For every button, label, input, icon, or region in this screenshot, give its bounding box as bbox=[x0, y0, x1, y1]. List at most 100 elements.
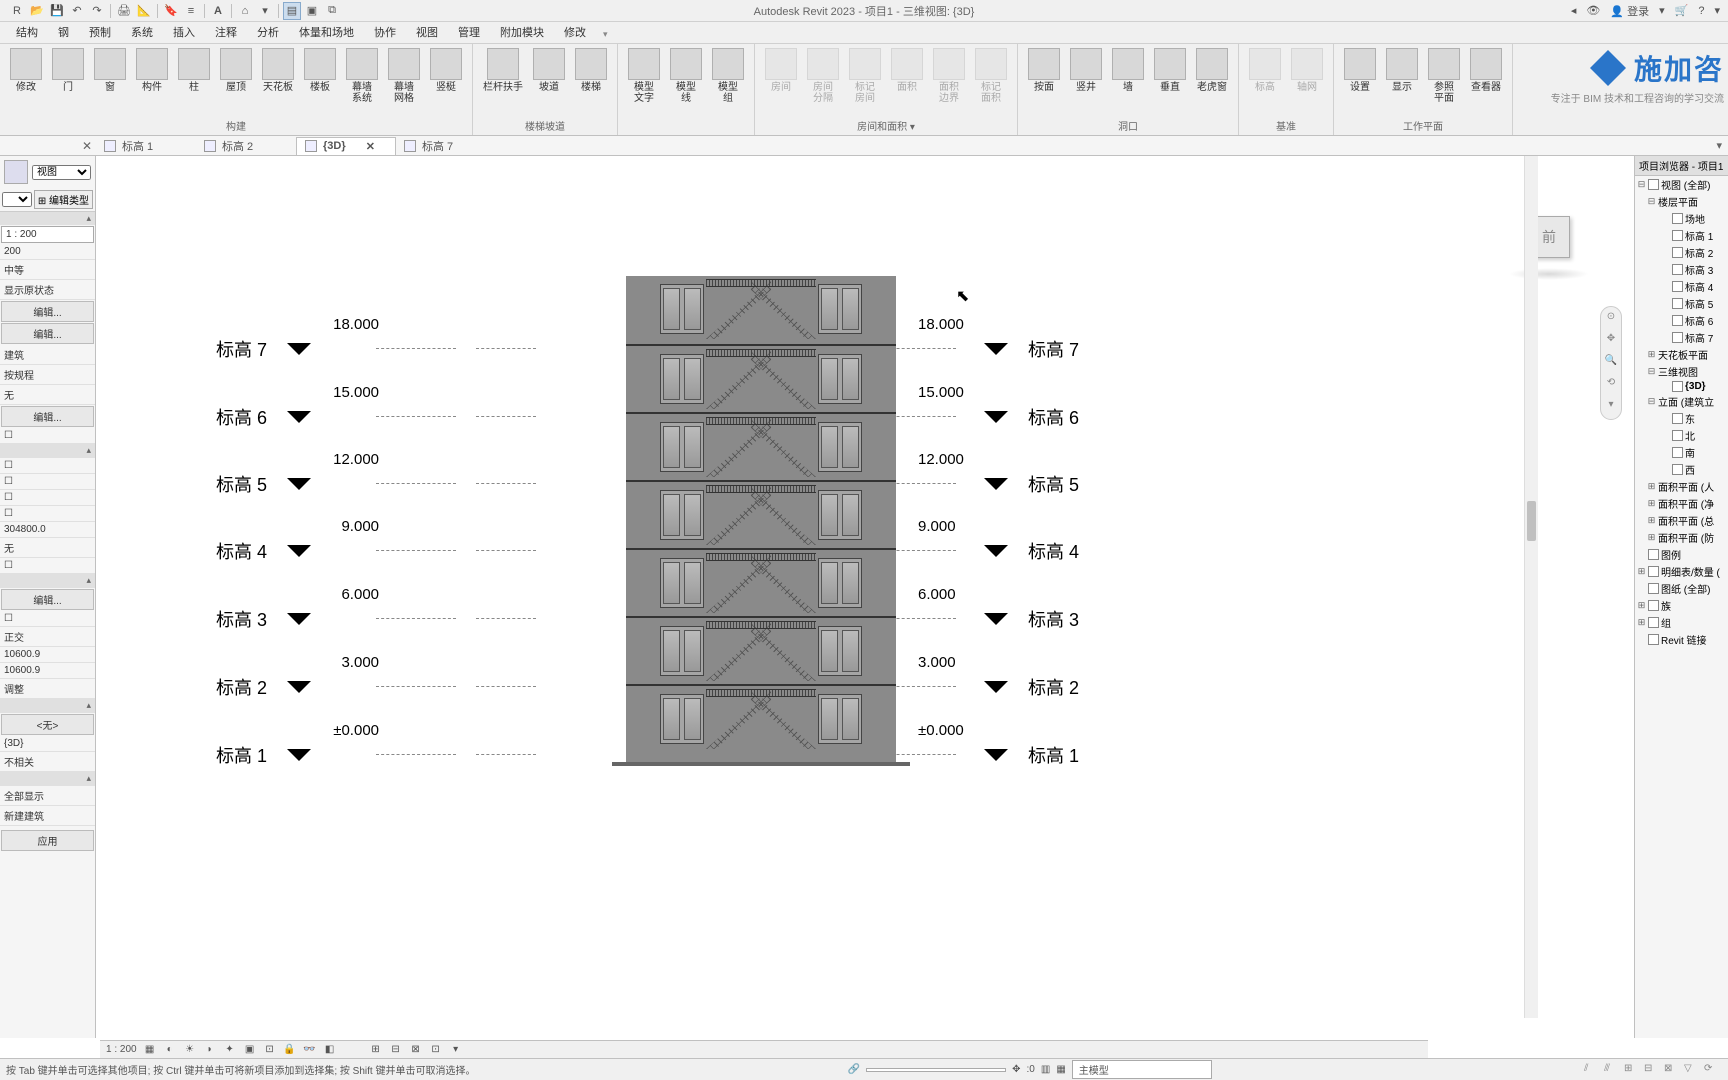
vc-c-icon[interactable]: ⊠ bbox=[409, 1044, 423, 1055]
browser-node[interactable]: ⊟三维视图 bbox=[1635, 363, 1728, 380]
ribbon-tab[interactable]: 钢 bbox=[48, 21, 79, 43]
tabs-overflow-icon[interactable]: ▾ bbox=[1716, 139, 1728, 152]
nav-full-icon[interactable]: ⊙ bbox=[1603, 311, 1619, 327]
browser-node[interactable]: 场地 bbox=[1635, 210, 1728, 227]
property-row[interactable] bbox=[0, 611, 95, 627]
cart-icon[interactable]: 🛒 bbox=[1675, 4, 1689, 17]
browser-node[interactable]: 南 bbox=[1635, 444, 1728, 461]
document-tab[interactable]: 标高 2 bbox=[196, 136, 296, 156]
nav-pan-icon[interactable]: ✥ bbox=[1603, 333, 1619, 349]
ribbon-button[interactable]: 轴网 bbox=[1287, 46, 1327, 95]
ribbon-button[interactable]: 模型 线 bbox=[666, 46, 706, 106]
property-row[interactable] bbox=[0, 490, 95, 506]
ribbon-button[interactable]: 屋顶 bbox=[216, 46, 256, 106]
ribbon-tab[interactable]: 系统 bbox=[121, 21, 163, 43]
browser-node[interactable]: Revit 链接 bbox=[1635, 631, 1728, 648]
ribbon-button[interactable]: 柱 bbox=[174, 46, 214, 106]
property-row[interactable] bbox=[0, 506, 95, 522]
browser-node[interactable]: ⊞面积平面 (人 bbox=[1635, 478, 1728, 495]
status-link-icon[interactable]: 🔗 bbox=[848, 1064, 860, 1075]
level-marker-right[interactable]: ±0.000标高 1 bbox=[976, 742, 1079, 768]
ribbon-button[interactable]: 幕墙 网格 bbox=[384, 46, 424, 106]
property-row[interactable] bbox=[0, 428, 95, 444]
help-icon[interactable]: ? bbox=[1698, 5, 1704, 17]
vc-crop-icon[interactable]: ▣ bbox=[243, 1044, 257, 1055]
browser-node[interactable]: ⊞族 bbox=[1635, 597, 1728, 614]
edit-type-button[interactable]: ⊞ 编辑类型 bbox=[34, 190, 93, 209]
vertical-scrollbar[interactable] bbox=[1524, 156, 1538, 1018]
ribbon-tab[interactable]: 视图 bbox=[406, 21, 448, 43]
ribbon-button[interactable]: 门 bbox=[48, 46, 88, 106]
ribbon-button[interactable]: 幕墙 系统 bbox=[342, 46, 382, 106]
browser-node[interactable]: 标高 7 bbox=[1635, 329, 1728, 346]
ribbon-button[interactable]: 栏杆扶手 bbox=[479, 46, 527, 95]
vc-shadow-icon[interactable]: ◗ bbox=[203, 1044, 217, 1055]
browser-node[interactable]: ⊟立面 (建筑立 bbox=[1635, 393, 1728, 410]
ribbon-button[interactable]: 显示 bbox=[1382, 46, 1422, 106]
qat-undo-icon[interactable]: ↶ bbox=[68, 2, 86, 20]
ribbon-tab[interactable]: 附加模块 bbox=[490, 21, 554, 43]
qat-thin-lines-icon[interactable]: ▤ bbox=[283, 2, 301, 20]
level-marker-right[interactable]: 15.000标高 6 bbox=[976, 404, 1079, 430]
user-icon[interactable]: 👤 登录 bbox=[1610, 3, 1649, 19]
view-cube[interactable]: 前 bbox=[1504, 206, 1594, 296]
level-marker-right[interactable]: 3.000标高 2 bbox=[976, 674, 1079, 700]
vc-detail-icon[interactable]: ▦ bbox=[143, 1044, 157, 1055]
navigation-bar[interactable]: ⊙ ✥ 🔍 ⟲ ▾ bbox=[1600, 306, 1622, 420]
qat-text-icon[interactable]: A bbox=[209, 2, 227, 20]
browser-node[interactable]: ⊞面积平面 (净 bbox=[1635, 495, 1728, 512]
browser-node[interactable]: {3D} bbox=[1635, 380, 1728, 393]
ribbon-button[interactable]: 参照 平面 bbox=[1424, 46, 1464, 106]
vc-a-icon[interactable]: ⊞ bbox=[369, 1044, 383, 1055]
browser-node[interactable]: 标高 2 bbox=[1635, 244, 1728, 261]
browser-node[interactable]: 图纸 (全部) bbox=[1635, 580, 1728, 597]
vc-render-icon[interactable]: ✦ bbox=[223, 1044, 237, 1055]
vc-crop2-icon[interactable]: ⊡ bbox=[263, 1044, 277, 1055]
ribbon-button[interactable]: 楼梯 bbox=[571, 46, 611, 95]
level-marker-right[interactable]: 12.000标高 5 bbox=[976, 471, 1079, 497]
ribbon-button[interactable]: 查看器 bbox=[1466, 46, 1506, 106]
browser-node[interactable]: 标高 6 bbox=[1635, 312, 1728, 329]
help-dd-icon[interactable]: ▾ bbox=[1714, 4, 1720, 17]
sb-4-icon[interactable]: ⊟ bbox=[1644, 1063, 1658, 1077]
ribbon-button[interactable]: 垂直 bbox=[1150, 46, 1190, 95]
ribbon-button[interactable]: 楼板 bbox=[300, 46, 340, 106]
qat-align-icon[interactable]: ≡ bbox=[182, 2, 200, 20]
ribbon-button[interactable]: 竖井 bbox=[1066, 46, 1106, 95]
qat-measure-icon[interactable]: 📐 bbox=[135, 2, 153, 20]
qat-close-hidden-icon[interactable]: ▣ bbox=[303, 2, 321, 20]
vc-temp-icon[interactable]: 👓 bbox=[303, 1044, 317, 1055]
properties-filter[interactable] bbox=[2, 192, 32, 207]
infocenter-icon[interactable]: ◂ bbox=[1571, 4, 1577, 17]
qat-3d-icon[interactable]: ⌂ bbox=[236, 2, 254, 20]
ribbon-button[interactable]: 模型 组 bbox=[708, 46, 748, 106]
browser-node[interactable]: ⊞天花板平面 bbox=[1635, 346, 1728, 363]
property-row[interactable]: 编辑... bbox=[1, 406, 94, 427]
browser-node[interactable]: 标高 1 bbox=[1635, 227, 1728, 244]
dropdown-icon[interactable]: ▾ bbox=[1659, 4, 1665, 17]
browser-node[interactable]: ⊞面积平面 (防 bbox=[1635, 529, 1728, 546]
vc-d-icon[interactable]: ⊡ bbox=[429, 1044, 443, 1055]
document-tab[interactable]: 标高 7 bbox=[396, 136, 496, 156]
property-row[interactable]: 编辑... bbox=[1, 323, 94, 344]
status-model-icon[interactable]: ▦ bbox=[1056, 1064, 1065, 1075]
vc-style-icon[interactable]: ◐ bbox=[163, 1044, 177, 1055]
document-tab[interactable]: 标高 1 bbox=[96, 136, 196, 156]
ribbon-tab[interactable]: 预制 bbox=[79, 21, 121, 43]
ribbon-button[interactable]: 窗 bbox=[90, 46, 130, 106]
level-marker-left[interactable]: 标高 23.000 bbox=[216, 674, 319, 700]
sb-5-icon[interactable]: ⊠ bbox=[1664, 1063, 1678, 1077]
level-marker-left[interactable]: 标高 718.000 bbox=[216, 336, 319, 362]
status-filter-icon[interactable]: ▥ bbox=[1041, 1064, 1050, 1075]
ribbon-tab[interactable]: 注释 bbox=[205, 21, 247, 43]
sb-1-icon[interactable]: ⫽ bbox=[1584, 1063, 1598, 1077]
ribbon-button[interactable]: 按面 bbox=[1024, 46, 1064, 95]
ribbon-button[interactable]: 坡道 bbox=[529, 46, 569, 95]
browser-node[interactable]: 标高 5 bbox=[1635, 295, 1728, 312]
browser-node[interactable]: ⊞组 bbox=[1635, 614, 1728, 631]
property-row[interactable]: 编辑... bbox=[1, 301, 94, 322]
ribbon-button[interactable]: 设置 bbox=[1340, 46, 1380, 106]
qat-app-icon[interactable]: R bbox=[8, 2, 26, 20]
qat-print-icon[interactable]: 🖨 bbox=[115, 2, 133, 20]
vc-sun-icon[interactable]: ☀ bbox=[183, 1044, 197, 1055]
